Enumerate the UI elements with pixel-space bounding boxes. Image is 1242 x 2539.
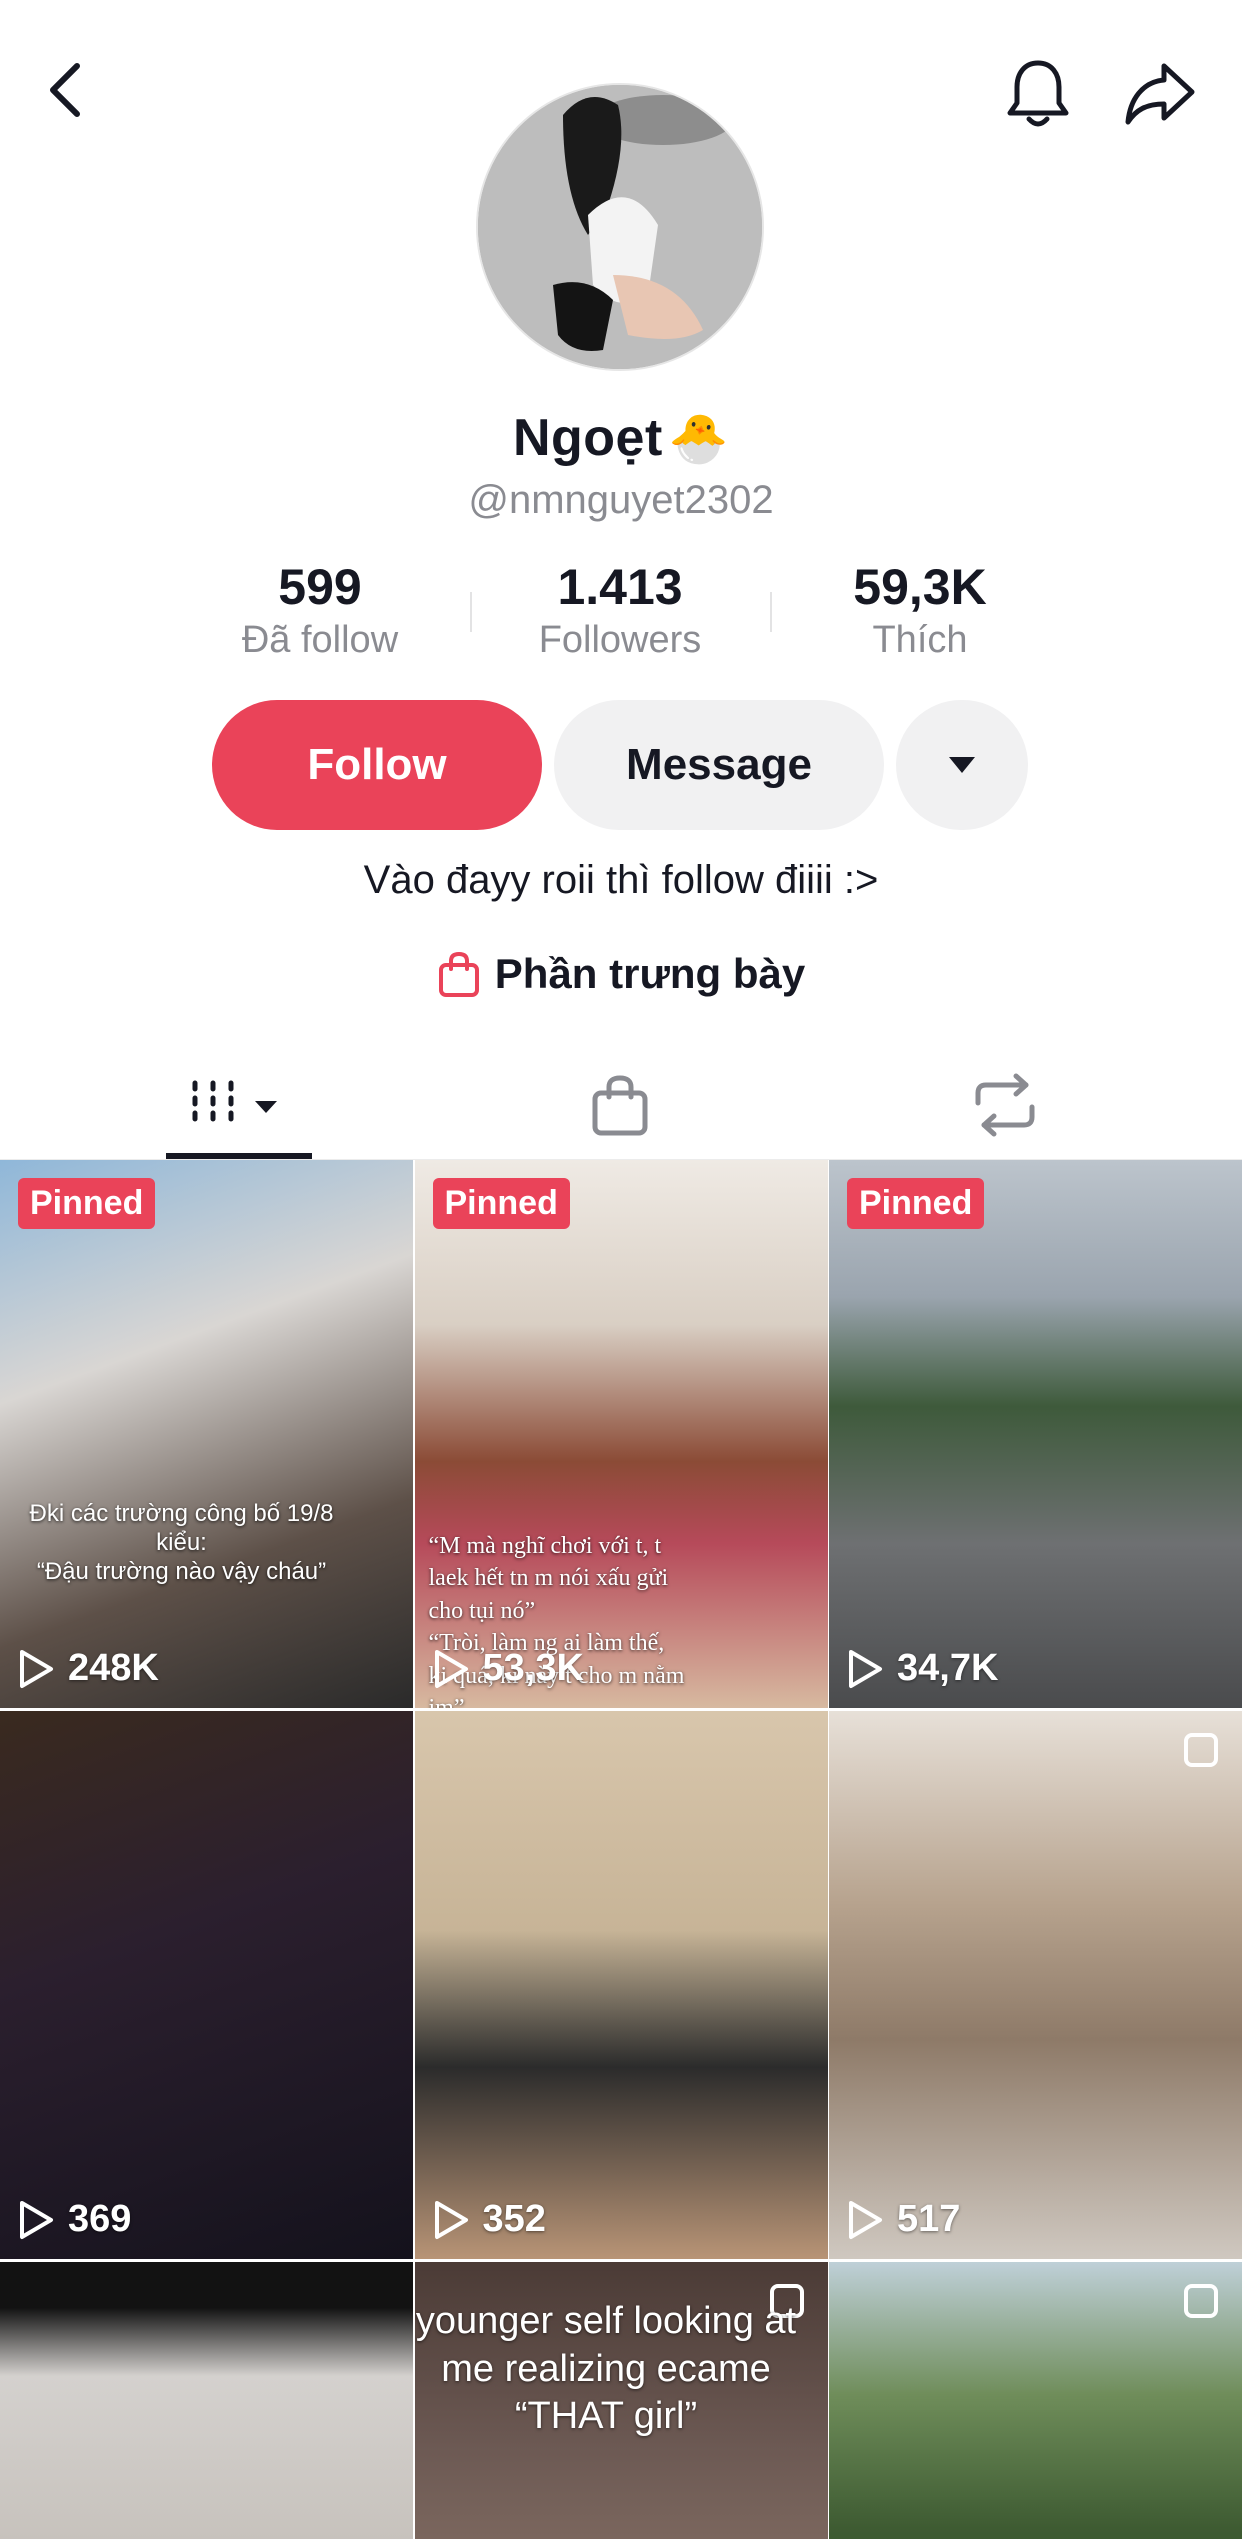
message-button[interactable]: Message <box>554 700 884 830</box>
view-count-value: 34,7K <box>897 1647 999 1689</box>
view-count: 352 <box>433 2198 546 2241</box>
play-icon <box>20 1649 53 1688</box>
video-grid: Pinned Đki các trường công bố 19/8 kiểu:… <box>0 1160 1242 2539</box>
view-count: 369 <box>18 2198 131 2241</box>
tab-videos[interactable] <box>166 1050 312 1160</box>
video-thumbnail[interactable]: Pinned 34,7K <box>829 1160 1242 1708</box>
more-options-button[interactable] <box>896 700 1028 830</box>
play-icon <box>434 2200 468 2239</box>
stat-divider <box>770 592 772 632</box>
caret-down-icon <box>949 757 975 773</box>
view-count-value: 517 <box>897 2198 961 2240</box>
view-count-value: 53,3K <box>482 1647 584 1689</box>
share-arrow-icon <box>1125 63 1195 124</box>
stat-followers-value: 1.413 <box>557 559 683 615</box>
chevron-left-icon <box>50 63 80 117</box>
view-count-value: 369 <box>68 2198 132 2240</box>
follow-button[interactable]: Follow <box>212 700 542 830</box>
shopping-bag-icon <box>438 951 479 997</box>
view-count: 517 <box>847 2198 960 2241</box>
video-thumbnail[interactable]: Pinned “M mà nghĩ chơi với t, t laek hết… <box>414 1160 828 1708</box>
video-caption: younger self looking at me realizing eca… <box>415 2300 797 2437</box>
video-thumbnail[interactable] <box>0 2262 413 2539</box>
view-count: 248K <box>18 1647 159 1690</box>
play-icon <box>20 2200 53 2239</box>
bell-icon <box>1007 60 1068 126</box>
showcase-label: Phần trưng bày <box>494 950 806 997</box>
notification-bell-button[interactable] <box>995 50 1080 135</box>
stat-likes-label: Thích <box>872 619 968 661</box>
video-thumbnail[interactable]: Pinned Đki các trường công bố 19/8 kiểu:… <box>0 1160 413 1708</box>
profile-bio: Vào đayy roii thì follow điiii :> <box>363 858 879 902</box>
avatar-photo <box>478 85 762 369</box>
stat-likes-value: 59,3K <box>853 559 987 615</box>
video-caption: Đki các trường công bố 19/8 kiểu: “Đậu t… <box>29 1500 334 1585</box>
stat-following-value: 599 <box>278 559 362 615</box>
profile-stats: 599 Đã follow 1.413 Followers 59,3K Thíc… <box>170 560 1070 662</box>
showcase-link[interactable]: Phần trưng bày <box>0 950 1242 998</box>
share-profile-button[interactable] <box>1115 50 1205 135</box>
play-icon <box>849 2200 882 2239</box>
profile-name: Ngoẹt 🐣 <box>0 408 1242 468</box>
profile-tabs <box>0 1050 1242 1160</box>
profile-handle: @nmnguyet2302 <box>468 478 774 522</box>
tab-shop[interactable] <box>560 1050 680 1160</box>
view-count: 34,7K <box>847 1647 998 1690</box>
back-button[interactable] <box>30 50 100 130</box>
stat-divider <box>470 592 472 632</box>
video-thumbnail[interactable] <box>829 2262 1242 2539</box>
pinned-badge: Pinned <box>847 1178 985 1229</box>
video-thumbnail[interactable]: younger self looking at me realizing eca… <box>414 2262 828 2539</box>
photo-carousel-icon <box>1184 1733 1218 1767</box>
play-icon <box>849 1649 882 1688</box>
play-icon <box>434 1649 468 1688</box>
video-thumbnail[interactable]: 369 <box>0 1711 413 2259</box>
repost-icon <box>975 1073 1035 1137</box>
stat-followers[interactable]: 1.413 Followers <box>470 560 770 662</box>
stat-likes[interactable]: 59,3K Thích <box>770 560 1070 662</box>
shop-bag-icon <box>592 1075 648 1136</box>
avatar[interactable] <box>476 83 764 371</box>
profile-name-text: Ngoẹt <box>512 409 663 467</box>
view-count-value: 248K <box>68 1647 159 1689</box>
tab-repost[interactable] <box>945 1050 1065 1160</box>
profile-page: Ngoẹt 🐣 @nmnguyet2302 599 Đã follow 1.413… <box>0 0 1242 2539</box>
stat-following[interactable]: 599 Đã follow <box>170 560 470 662</box>
videos-grid-icon <box>192 1080 277 1130</box>
chick-emoji: 🐣 <box>668 413 730 466</box>
video-thumbnail[interactable]: 517 <box>829 1711 1242 2259</box>
stat-followers-label: Followers <box>538 619 702 661</box>
photo-carousel-icon <box>1184 2284 1218 2318</box>
view-count-value: 352 <box>482 2198 546 2240</box>
pinned-badge: Pinned <box>432 1178 570 1229</box>
pinned-badge: Pinned <box>18 1178 156 1229</box>
video-thumbnail[interactable]: 352 <box>414 1711 828 2259</box>
view-count: 53,3K <box>433 1647 584 1690</box>
stat-following-label: Đã follow <box>241 619 399 661</box>
